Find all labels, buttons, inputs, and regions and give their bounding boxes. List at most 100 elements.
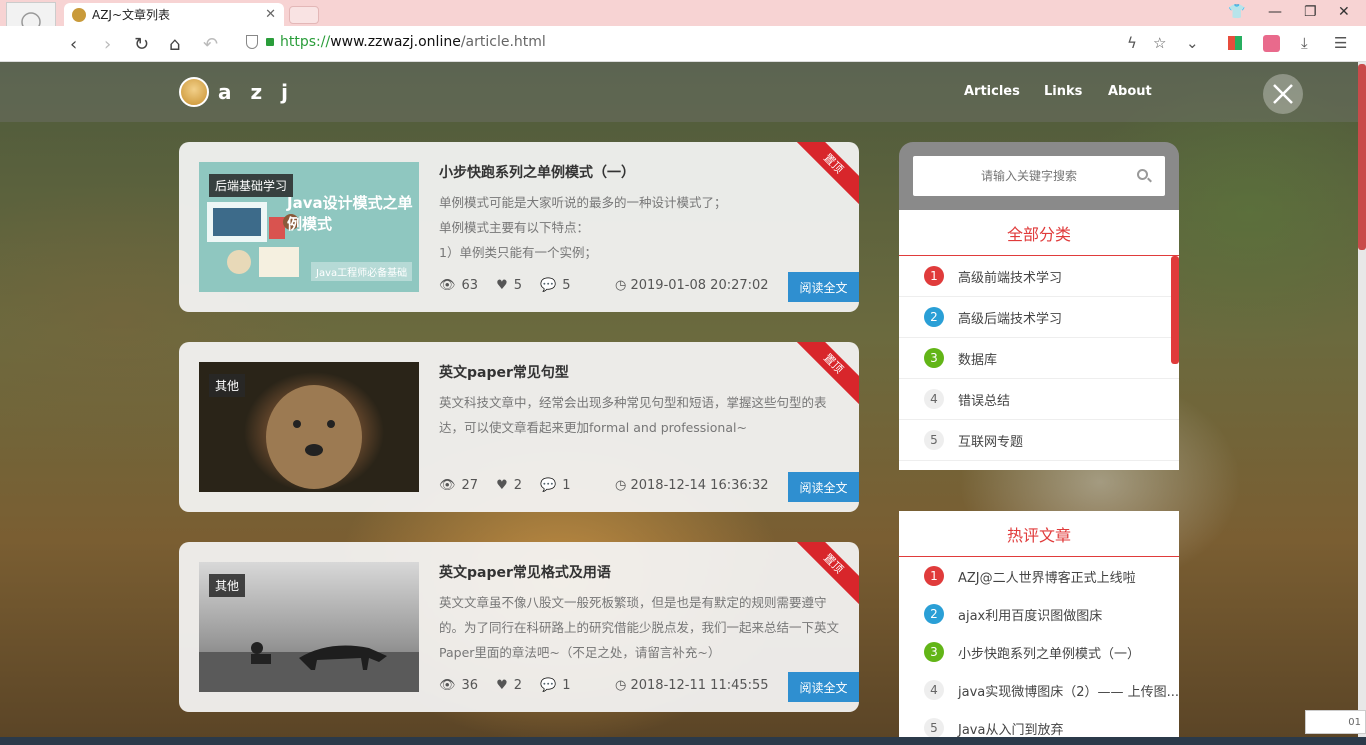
eye-icon: 👁: [439, 278, 456, 293]
lightning-icon[interactable]: ϟ: [1127, 34, 1137, 52]
article-card[interactable]: 其他 英文paper常见格式及用语 英文文章虽不像八股文一般死板繁琐，但是也是有…: [179, 542, 859, 712]
article-date: ◷ 2018-12-14 16:36:32: [615, 478, 769, 493]
category-item[interactable]: 5 互联网专题: [899, 420, 1179, 461]
comment-count: 1: [562, 678, 571, 693]
site-favicon-icon: [72, 7, 86, 22]
category-item[interactable]: 4 错误总结: [899, 379, 1179, 420]
nav-articles[interactable]: Articles: [964, 84, 1020, 99]
article-date: ◷ 2018-12-11 11:45:55: [615, 678, 769, 693]
new-tab-button[interactable]: [289, 6, 319, 24]
hot-article-item[interactable]: 2 ajax利用百度识图做图床: [899, 595, 1179, 633]
like-count: 5: [513, 278, 522, 293]
bookmark-star-icon[interactable]: ☆: [1153, 34, 1166, 52]
comment-count: 5: [562, 278, 571, 293]
url-field[interactable]: https://www.zzwazj.online/article.html: [280, 34, 546, 50]
download-icon[interactable]: ⤓: [1301, 34, 1308, 52]
article-excerpt: 单例模式可能是大家听说的最多的一种设计模式了； 单例模式主要有以下特点： 1）单例类…: [439, 195, 727, 260]
read-more-button[interactable]: 阅读全文: [788, 472, 859, 502]
comment-count: 1: [562, 478, 571, 493]
thumbnail-category-tag: 其他: [209, 374, 246, 397]
tab-title: AZJ~文章列表: [92, 8, 171, 22]
article-stats: 👁 63 ♥ 5 💬 5: [439, 278, 576, 293]
comment-icon: 💬: [540, 278, 557, 293]
page-scrollbar-thumb[interactable]: [1358, 64, 1366, 250]
close-icon: [1273, 84, 1293, 104]
heart-icon[interactable]: ♥: [496, 478, 508, 493]
like-count: 2: [513, 678, 522, 693]
undo-icon[interactable]: ↶: [203, 34, 218, 55]
category-item[interactable]: 1 高级前端技术学习: [899, 256, 1179, 297]
hot-article-item[interactable]: 4 java实现微博图床（2）—— 上传图...: [899, 671, 1179, 709]
categories-scrollbar[interactable]: [1171, 256, 1179, 364]
logo-avatar[interactable]: [179, 77, 209, 107]
site-header: a z j Articles Links About: [0, 62, 1358, 122]
chevron-down-icon[interactable]: ⌄: [1186, 34, 1199, 52]
thumbnail-category-tag: 其他: [209, 574, 246, 597]
hot-articles-title: 热评文章: [899, 511, 1179, 557]
search-panel: [899, 142, 1179, 210]
view-count: 27: [461, 478, 479, 493]
article-excerpt: 英文文章虽不像八股文一般死板繁琐，但是也是有默定的规则需要遵守的。为了同行在科研…: [439, 595, 840, 660]
notification-widget[interactable]: 01: [1305, 710, 1366, 734]
article-card[interactable]: 后端基础学习 Java设计模式之单例模式 Java工程师必备基础 小步快跑系列之…: [179, 142, 859, 312]
like-count: 2: [513, 478, 522, 493]
article-thumbnail[interactable]: 其他: [199, 562, 419, 692]
categories-panel: 全部分类 1 高级前端技术学习 2 高级后端技术学习 3 数据库 4 错误总结 5 互联网…: [899, 210, 1179, 470]
article-stats: 👁 27 ♥ 2 💬 1: [439, 478, 576, 493]
menu-close-button[interactable]: [1263, 74, 1303, 114]
os-taskbar: [0, 737, 1366, 745]
article-stats: 👁 36 ♥ 2 💬 1: [439, 678, 576, 693]
thumbnail-subtitle: Java工程师必备基础: [311, 262, 413, 281]
page-background: a z j Articles Links About 后端基础学习 Java设计…: [0, 62, 1358, 745]
category-item[interactable]: 3 数据库: [899, 338, 1179, 379]
article-title[interactable]: 小步快跑系列之单例模式（一）: [439, 162, 635, 182]
comment-icon: 💬: [540, 478, 557, 493]
category-item[interactable]: 2 高级后端技术学习: [899, 297, 1179, 338]
eye-icon: 👁: [439, 478, 456, 493]
back-icon[interactable]: ‹: [70, 34, 77, 55]
heart-icon[interactable]: ♥: [496, 278, 508, 293]
read-more-button[interactable]: 阅读全文: [788, 672, 859, 702]
article-title[interactable]: 英文paper常见句型: [439, 362, 569, 382]
article-excerpt: 英文科技文章中，经常会出现多种常见句型和短语，掌握这些句型的表达，可以使文章看起…: [439, 395, 827, 435]
heart-icon[interactable]: ♥: [496, 678, 508, 693]
home-icon[interactable]: ⌂: [169, 34, 180, 55]
lock-icon: [266, 38, 274, 46]
thumbnail-title: Java设计模式之单例模式: [287, 194, 413, 233]
article-card[interactable]: 其他 英文paper常见句型 英文科技文章中，经常会出现多种常见句型和短语，掌握…: [179, 342, 859, 512]
ticket-icon[interactable]: [1263, 35, 1280, 52]
thumbnail-category-tag: 后端基础学习: [209, 174, 294, 197]
menu-icon[interactable]: ☰: [1334, 34, 1347, 52]
eye-icon: 👁: [439, 678, 456, 693]
hot-articles-panel: 热评文章 1 AZJ@二人世界博客正式上线啦 2 ajax利用百度识图做图床 3 小步…: [899, 511, 1179, 745]
nav-links[interactable]: Links: [1044, 84, 1082, 99]
reload-icon[interactable]: ↻: [134, 34, 149, 55]
search-icon[interactable]: [1137, 169, 1148, 180]
tab-close-icon[interactable]: ✕: [265, 7, 276, 22]
article-date: ◷ 2019-01-08 20:27:02: [615, 278, 769, 293]
comment-icon: 💬: [540, 678, 557, 693]
hot-article-item[interactable]: 1 AZJ@二人世界博客正式上线啦: [899, 557, 1179, 595]
security-shield-icon[interactable]: [246, 35, 258, 49]
article-thumbnail[interactable]: 其他: [199, 362, 419, 492]
nav-about[interactable]: About: [1108, 84, 1152, 99]
search-input[interactable]: [913, 156, 1165, 196]
view-count: 63: [461, 278, 479, 293]
hot-article-item[interactable]: 3 小步快跑系列之单例模式（一）: [899, 633, 1179, 671]
window-close-icon[interactable]: ✕: [1338, 4, 1350, 20]
minimize-icon[interactable]: —: [1268, 4, 1282, 20]
categories-title: 全部分类: [899, 210, 1179, 256]
clock-icon: ◷: [615, 678, 631, 693]
logo-text[interactable]: a z j: [218, 80, 294, 104]
skin-icon[interactable]: 👕: [1228, 4, 1245, 20]
maximize-icon[interactable]: ❐: [1304, 4, 1317, 20]
view-count: 36: [461, 678, 479, 693]
read-more-button[interactable]: 阅读全文: [788, 272, 859, 302]
article-thumbnail[interactable]: 后端基础学习 Java设计模式之单例模式 Java工程师必备基础: [199, 162, 419, 292]
clock-icon: ◷: [615, 478, 631, 493]
forward-icon[interactable]: ›: [104, 34, 111, 55]
article-title[interactable]: 英文paper常见格式及用语: [439, 562, 611, 582]
browser-tab-active[interactable]: AZJ~文章列表 ✕: [64, 3, 284, 26]
apps-icon[interactable]: [1228, 36, 1242, 50]
clock-icon: ◷: [615, 278, 631, 293]
